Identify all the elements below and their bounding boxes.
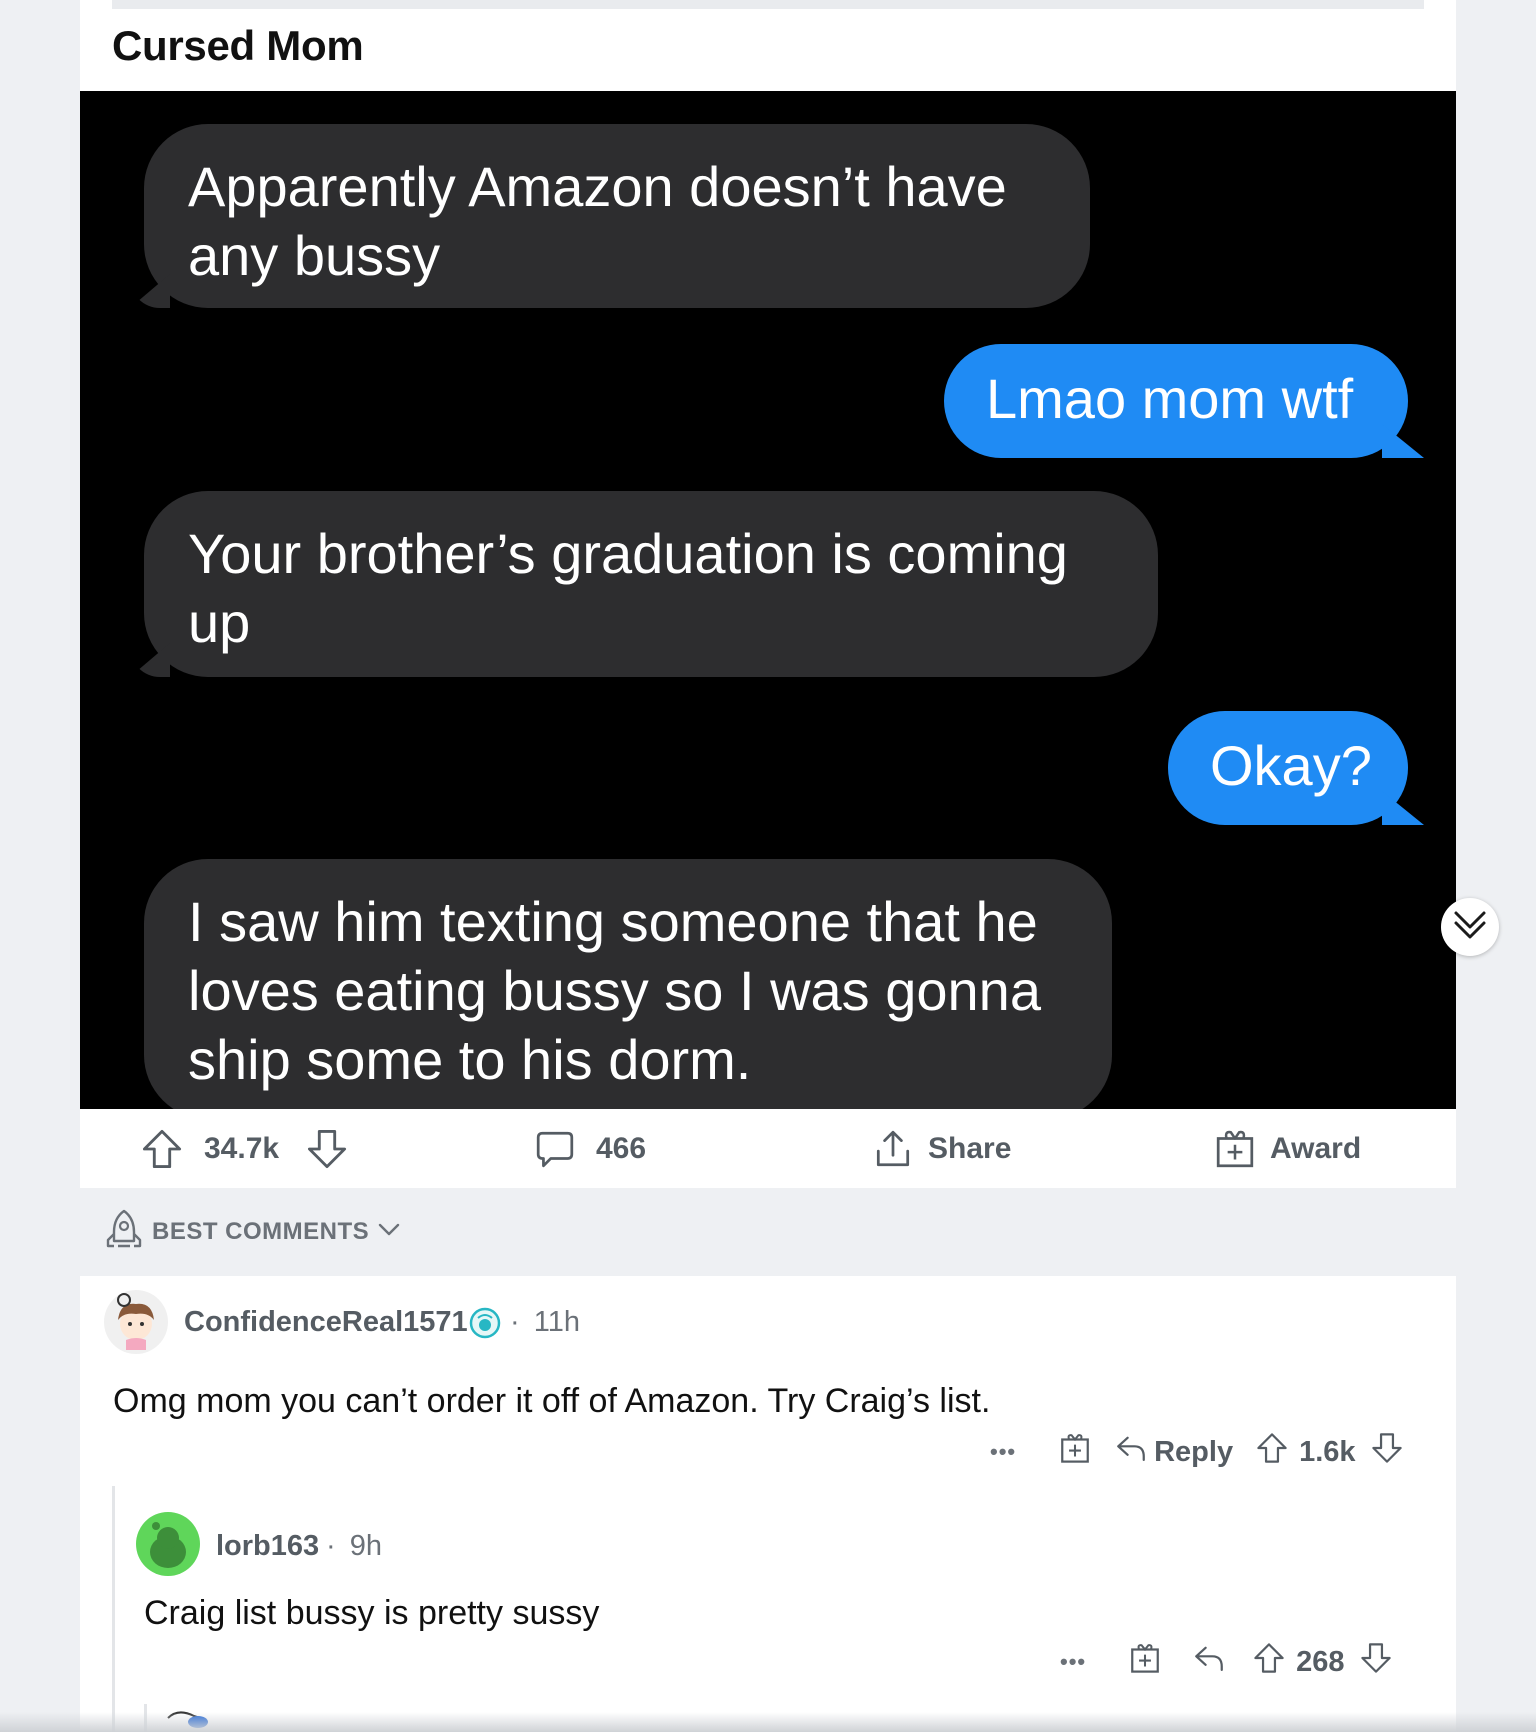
message-line: Apparently Amazon doesn’t have bbox=[188, 155, 1007, 218]
reply-arrow-icon[interactable] bbox=[1192, 1641, 1226, 1683]
meta-separator: · bbox=[510, 1306, 520, 1338]
comment-count: 466 bbox=[596, 1131, 647, 1165]
message-bubble-sent: Okay? bbox=[1168, 711, 1424, 825]
achievement-badge-icon[interactable] bbox=[468, 1306, 502, 1340]
comment-bubble-icon bbox=[534, 1128, 576, 1170]
comment-username[interactable]: lorb163 bbox=[216, 1530, 319, 1563]
bubble-tail bbox=[1382, 424, 1424, 458]
comment-body: Omg mom you can’t order it off of Amazon… bbox=[113, 1382, 991, 1420]
reply-label: Reply bbox=[1154, 1435, 1234, 1468]
message-bubble-received: Apparently Amazon doesn’t have any bussy bbox=[130, 124, 1090, 308]
bubble-tail bbox=[130, 643, 170, 677]
comment-meta: · 9h bbox=[326, 1530, 382, 1563]
thread-line[interactable] bbox=[112, 1486, 115, 1732]
post-action-bar: 34.7k 466 Share Award bbox=[80, 1109, 1456, 1188]
share-icon bbox=[872, 1128, 914, 1170]
message-line: Okay? bbox=[1210, 734, 1372, 797]
comments-card: ConfidenceReal1571 · 11h Omg mom you can… bbox=[80, 1276, 1456, 1732]
message-bubble-sent: Lmao mom wtf bbox=[944, 344, 1424, 458]
post-card: Cursed Mom Apparently Amazon doesn’t hav… bbox=[80, 0, 1456, 1188]
comment-actions: ••• 268 bbox=[1060, 1640, 1393, 1684]
message-bubble-received: I saw him texting someone that he loves … bbox=[144, 859, 1112, 1109]
scroll-next-button[interactable] bbox=[1441, 898, 1499, 956]
comment-username[interactable]: ConfidenceReal1571 bbox=[184, 1306, 468, 1339]
share-button[interactable]: Share bbox=[872, 1109, 1011, 1188]
award-label: Award bbox=[1270, 1131, 1362, 1165]
upvote-icon[interactable] bbox=[1255, 1431, 1289, 1473]
message-bubble-received: Your brother’s graduation is coming up bbox=[130, 491, 1158, 677]
post-title[interactable]: Cursed Mom bbox=[112, 22, 364, 70]
chevron-down-icon bbox=[377, 1217, 401, 1248]
double-chevron-down-icon bbox=[1450, 905, 1490, 950]
bottom-edge-shadow bbox=[0, 1712, 1536, 1732]
share-label: Share bbox=[928, 1131, 1012, 1165]
message-line: I saw him texting someone that he bbox=[188, 890, 1038, 953]
message-line: ship some to his dorm. bbox=[188, 1028, 752, 1091]
gift-icon bbox=[1214, 1128, 1256, 1170]
award-icon[interactable] bbox=[1128, 1641, 1162, 1683]
bubble-tail bbox=[130, 274, 170, 308]
message-line: loves eating bussy so I was gonna bbox=[188, 959, 1041, 1022]
bubble-tail bbox=[1382, 791, 1424, 825]
rocket-icon bbox=[104, 1208, 144, 1257]
sort-label: BEST COMMENTS bbox=[152, 1218, 370, 1245]
message-line: up bbox=[188, 591, 251, 654]
more-options-icon[interactable]: ••• bbox=[1060, 1649, 1086, 1675]
comment-actions: ••• Reply 1.6k bbox=[990, 1430, 1404, 1474]
comment-score: 1.6k bbox=[1299, 1435, 1356, 1468]
comment-meta: · 11h bbox=[510, 1306, 580, 1339]
comments-button[interactable]: 466 bbox=[534, 1109, 646, 1188]
award-button[interactable]: Award bbox=[1214, 1109, 1361, 1188]
avatar[interactable] bbox=[104, 1290, 168, 1354]
post-image[interactable]: Apparently Amazon doesn’t have any bussy… bbox=[80, 91, 1456, 1109]
upvote-icon[interactable] bbox=[140, 1127, 184, 1171]
comment-score: 268 bbox=[1296, 1645, 1345, 1678]
more-options-icon[interactable]: ••• bbox=[990, 1439, 1016, 1465]
reply-button[interactable]: Reply bbox=[1114, 1431, 1233, 1473]
comment-body: Craig list bussy is pretty sussy bbox=[144, 1594, 600, 1632]
upvote-icon[interactable] bbox=[1252, 1641, 1286, 1683]
upvote-count: 34.7k bbox=[204, 1131, 280, 1165]
comment-age: 9h bbox=[349, 1530, 382, 1562]
downvote-icon[interactable] bbox=[305, 1127, 349, 1171]
top-divider bbox=[112, 0, 1424, 9]
message-line: Your brother’s graduation is coming bbox=[188, 522, 1068, 585]
comment-age: 11h bbox=[533, 1306, 580, 1338]
message-line: any bussy bbox=[188, 224, 441, 287]
avatar[interactable] bbox=[136, 1512, 200, 1576]
meta-separator: · bbox=[326, 1530, 336, 1562]
downvote-icon[interactable] bbox=[1359, 1641, 1393, 1683]
reply-arrow-icon bbox=[1114, 1431, 1148, 1473]
downvote-icon[interactable] bbox=[1370, 1431, 1404, 1473]
award-icon[interactable] bbox=[1058, 1431, 1092, 1473]
vote-group: 34.7k bbox=[140, 1109, 349, 1188]
comment-sort-dropdown[interactable]: BEST COMMENTS bbox=[104, 1209, 401, 1252]
message-line: Lmao mom wtf bbox=[986, 367, 1354, 430]
